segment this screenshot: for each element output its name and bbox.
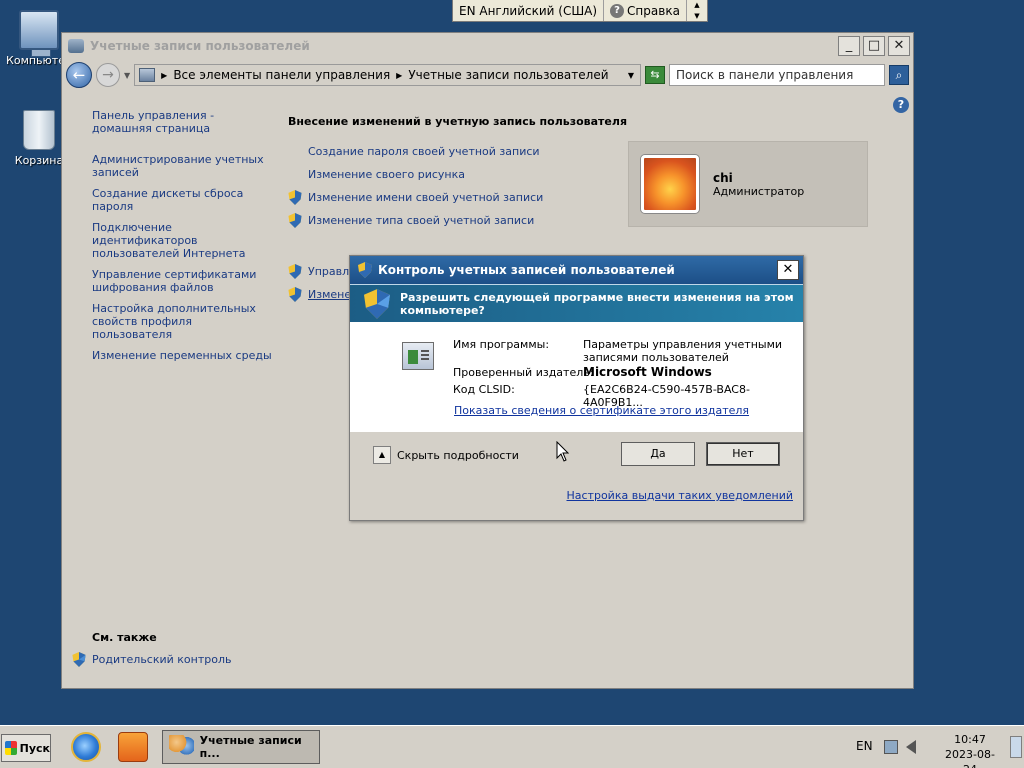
program-name-row: Имя программы: Параметры управления учет…: [453, 338, 782, 364]
content-heading: Внесение изменений в учетную запись поль…: [288, 115, 628, 128]
help-icon[interactable]: ?: [893, 97, 909, 113]
user-name: chi: [713, 170, 733, 185]
taskbar: Пуск Учетные записи п... EN 10:47 2023-0…: [0, 725, 1024, 768]
parental-controls-link[interactable]: Родительский контроль: [72, 652, 232, 667]
uac-details: Имя программы: Параметры управления учет…: [350, 322, 803, 432]
publisher-row: Проверенный издатель: Microsoft Windows: [453, 366, 712, 380]
sidebar-link-certificates[interactable]: Управление сертификатами шифрования файл…: [92, 268, 272, 294]
mouse-cursor-icon: [556, 441, 570, 462]
recycle-bin-icon: [23, 110, 55, 150]
clsid-row: Код CLSID: {EA2C6B24-C590-457B-BAC8-4A0F…: [453, 383, 750, 409]
forward-button[interactable]: →: [96, 63, 120, 87]
yes-button[interactable]: Да: [621, 442, 695, 466]
internet-explorer-icon[interactable]: [71, 732, 101, 762]
title-bar[interactable]: Учетные записи пользователей _ □ ✕: [62, 33, 913, 59]
media-player-icon[interactable]: [118, 732, 148, 762]
close-button[interactable]: ✕: [888, 36, 910, 56]
recent-pages-dropdown[interactable]: ▼: [124, 71, 130, 80]
language-selector[interactable]: EN Английский (США): [453, 0, 605, 21]
minimize-button[interactable]: _: [838, 36, 860, 56]
breadcrumb-user-accounts[interactable]: Учетные записи пользователей: [408, 68, 608, 82]
program-name-value: Параметры управления учетными записями п…: [583, 338, 783, 364]
sidebar-link-profile-properties[interactable]: Настройка дополнительных свойств профиля…: [92, 302, 272, 341]
shield-icon: [288, 190, 302, 205]
sidebar-link-environment-variables[interactable]: Изменение переменных среды: [92, 349, 272, 362]
navigation-bar: ← → ▼ ▶ Все элементы панели управления ▶…: [62, 59, 913, 91]
sidebar: Панель управления - домашняя страница Ад…: [92, 109, 272, 370]
hide-details-toggle[interactable]: ▲ Скрыть подробности: [373, 446, 519, 464]
volume-icon[interactable]: [906, 740, 916, 754]
shield-icon: [358, 262, 372, 278]
language-bar: EN Английский (США) ? Справка ▲ ▼: [452, 0, 708, 22]
avatar: [641, 155, 699, 213]
task-change-picture[interactable]: Изменение своего рисунка: [288, 167, 627, 182]
uac-banner: Разрешить следующей программе внести изм…: [350, 284, 803, 322]
desktop-icon-label: Корзина: [14, 154, 64, 167]
shield-icon: [288, 213, 302, 228]
start-button[interactable]: Пуск: [1, 734, 51, 762]
user-card: chi Администратор: [628, 141, 868, 227]
clock[interactable]: 10:47 2023-08-24: [940, 732, 1000, 768]
task-create-password[interactable]: Создание пароля своей учетной записи: [288, 144, 627, 159]
search-icon[interactable]: ⌕: [889, 65, 909, 85]
system-tray: [884, 736, 932, 758]
notification-settings-link[interactable]: Настройка выдачи таких уведомлений: [567, 489, 794, 502]
chevron-up-icon: ▲: [373, 446, 391, 464]
uac-question: Разрешить следующей программе внести изм…: [400, 290, 794, 317]
uac-footer: ▲ Скрыть подробности Да Нет Настройка вы…: [350, 432, 803, 521]
refresh-button[interactable]: ⇆: [645, 66, 665, 84]
program-icon: [402, 342, 434, 370]
uac-shield-icon: [364, 288, 390, 319]
taskbar-item-user-accounts[interactable]: Учетные записи п...: [162, 730, 320, 764]
uac-dialog: Контроль учетных записей пользователей ✕…: [349, 255, 804, 521]
user-role: Администратор: [713, 184, 805, 198]
uac-title-bar[interactable]: Контроль учетных записей пользователей ✕: [350, 256, 803, 284]
user-accounts-icon: [68, 39, 84, 53]
control-panel-icon: [139, 68, 156, 82]
uac-close-button[interactable]: ✕: [777, 260, 799, 280]
breadcrumb-separator-icon[interactable]: ▶: [396, 71, 402, 80]
back-button[interactable]: ←: [66, 62, 92, 88]
task-change-account-type[interactable]: Изменение типа своей учетной записи: [288, 213, 627, 228]
sidebar-link-manage-accounts[interactable]: Администрирование учетных записей: [92, 153, 272, 179]
sidebar-link-reset-disk[interactable]: Создание дискеты сброса пароля: [92, 187, 272, 213]
language-bar-options[interactable]: ▲ ▼: [687, 0, 707, 21]
sidebar-link-online-ids[interactable]: Подключение идентификаторов пользователе…: [92, 221, 272, 260]
search-input[interactable]: Поиск в панели управления: [669, 64, 885, 86]
help-button[interactable]: ? Справка: [604, 0, 687, 21]
publisher-value: Microsoft Windows: [583, 365, 712, 379]
breadcrumb-all-items[interactable]: Все элементы панели управления: [173, 68, 390, 82]
breadcrumb-separator-icon[interactable]: ▶: [161, 71, 167, 80]
certificate-link[interactable]: Показать сведения о сертификате этого из…: [454, 404, 749, 417]
clock-date: 2023-08-24: [945, 748, 995, 768]
shield-icon: [288, 287, 302, 302]
sidebar-link-home[interactable]: Панель управления - домашняя страница: [92, 109, 272, 135]
maximize-button[interactable]: □: [863, 36, 885, 56]
network-icon[interactable]: [884, 740, 898, 754]
window-title: Учетные записи пользователей: [90, 39, 310, 53]
address-bar[interactable]: ▶ Все элементы панели управления ▶ Учетн…: [134, 64, 641, 86]
shield-icon: [288, 264, 302, 279]
uac-title: Контроль учетных записей пользователей: [378, 263, 675, 277]
no-button[interactable]: Нет: [706, 442, 780, 466]
task-change-name[interactable]: Изменение имени своей учетной записи: [288, 190, 627, 205]
clock-time: 10:47: [954, 733, 986, 746]
computer-icon: [19, 10, 59, 57]
tray-language[interactable]: EN: [856, 739, 873, 753]
help-icon: ?: [610, 3, 625, 18]
address-dropdown-icon[interactable]: ▼: [628, 71, 634, 80]
shield-icon: [72, 652, 86, 667]
users-icon: [169, 735, 194, 759]
show-desktop-button[interactable]: [1010, 736, 1022, 758]
see-also-heading: См. также: [92, 631, 157, 644]
windows-logo-icon: [5, 741, 17, 755]
